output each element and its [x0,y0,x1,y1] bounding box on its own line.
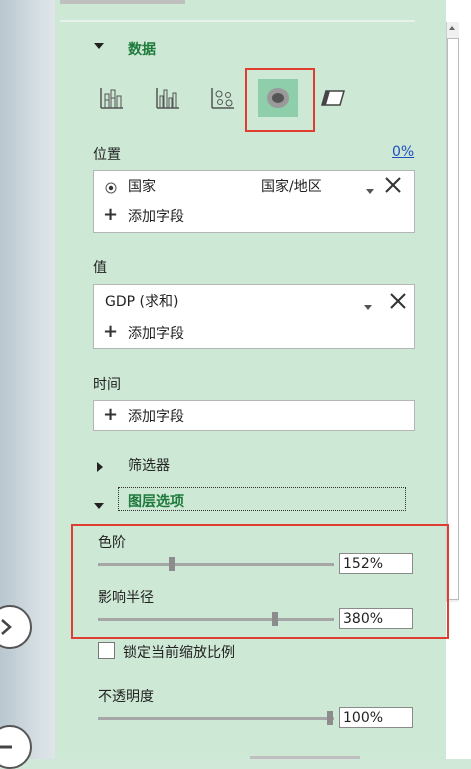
value-field-name: GDP (求和) [105,294,179,310]
lock-zoom-checkbox[interactable] [98,642,115,659]
time-add-field[interactable]: 添加字段 [128,406,184,426]
collapse-caret-icon[interactable] [93,496,105,515]
lock-zoom-label: 锁定当前缩放比例 [123,645,235,661]
opacity-value[interactable]: 100% [339,707,413,728]
radio-icon[interactable] [105,179,117,198]
location-label: 位置 [93,147,121,163]
opacity-label: 不透明度 [98,689,154,705]
clustered-column-icon[interactable] [155,86,181,110]
layer-options-title[interactable]: 图层选项 [128,491,184,511]
divider [60,20,415,22]
stacked-column-icon[interactable] [99,86,125,110]
filter-section-title[interactable]: 筛选器 [128,455,170,475]
location-field-type-select[interactable]: 国家/地区 [261,176,322,196]
bubble-chart-icon[interactable] [210,86,236,110]
data-section-title[interactable]: 数据 [128,39,156,59]
location-add-field[interactable]: 添加字段 [128,206,184,226]
collapse-caret-icon[interactable] [93,41,105,54]
dropdown-arrow-icon[interactable] [365,180,375,199]
time-label: 时间 [93,377,121,393]
highlight-heat-map [245,68,315,132]
value-add-field[interactable]: 添加字段 [128,323,184,343]
value-label: 值 [93,260,107,276]
remove-field-icon[interactable] [389,292,407,314]
location-field-name: 国家 [128,179,156,195]
opacity-thumb[interactable] [327,711,333,725]
region-map-icon[interactable] [320,88,346,108]
add-icon[interactable]: + [103,406,118,424]
opacity-track[interactable] [98,717,334,720]
add-icon[interactable]: + [103,323,118,341]
top-tab-edge [60,0,185,4]
add-icon[interactable]: + [103,206,118,224]
location-percent-link[interactable]: 0% [392,144,414,160]
expand-caret-icon[interactable] [95,458,105,477]
zoom-out-icon[interactable] [0,725,32,769]
scrollbar-thumb[interactable] [447,38,459,600]
dropdown-arrow-icon[interactable] [363,296,373,315]
remove-field-icon[interactable] [384,176,402,198]
scroll-up-icon[interactable] [446,22,458,34]
highlight-sliders [71,524,449,639]
next-arrow-icon[interactable] [0,605,32,649]
